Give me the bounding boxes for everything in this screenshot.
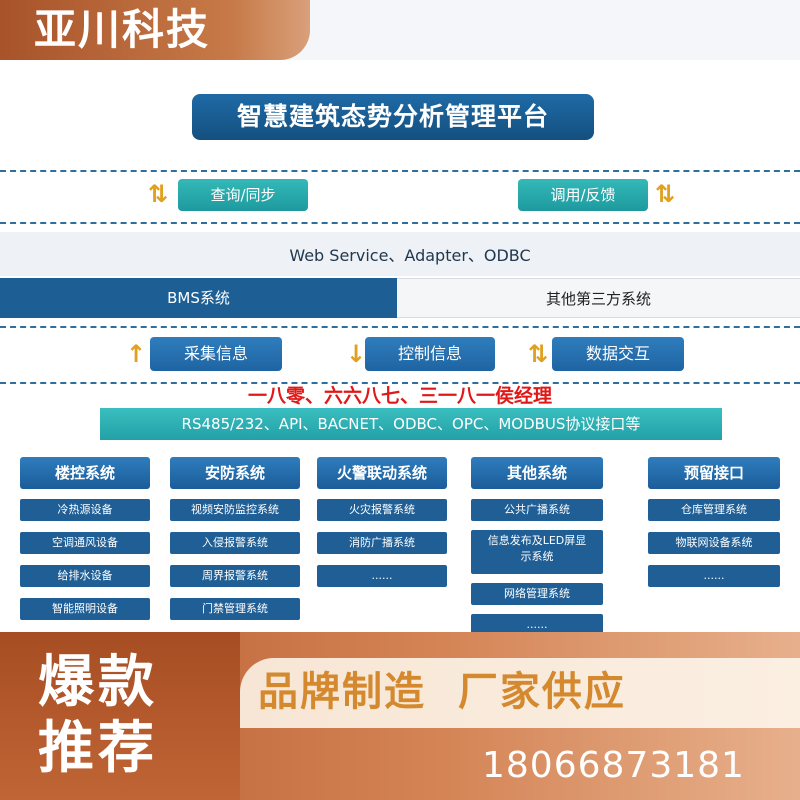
subsystem-item: 信息发布及LED屏显示系统 (471, 530, 603, 574)
arrow-down-icon: ↓ (346, 340, 367, 368)
brand-banner: 亚川科技 (0, 0, 310, 60)
subsystem-item: ...... (648, 565, 780, 587)
hot-line-2: 推荐 (38, 716, 158, 781)
arrow-bidirectional-icon: ⇅ (148, 180, 169, 208)
collect-info-box: 采集信息 (150, 337, 282, 371)
column-other-systems: 其他系统 公共广播系统 信息发布及LED屏显示系统 网络管理系统 ...... (471, 457, 603, 636)
column-building-control: 楼控系统 冷热源设备 空调通风设备 给排水设备 智能照明设备 (20, 457, 150, 620)
subsystem-item: 物联网设备系统 (648, 532, 780, 554)
subsystem-item: 空调通风设备 (20, 532, 150, 554)
interface-list: Web Service、Adapter、ODBC (289, 246, 531, 265)
protocol-bar: RS485/232、API、BACNET、ODBC、OPC、MODBUS协议接口… (100, 408, 722, 440)
brand-name: 亚川科技 (34, 5, 211, 54)
subsystem-item: 消防广播系统 (317, 532, 447, 554)
subsystem-item: 入侵报警系统 (170, 532, 300, 554)
control-info-box: 控制信息 (365, 337, 495, 371)
hot-line-1: 爆款 (38, 650, 158, 715)
contact-note: 一八零、六六八七、三一八一侯经理 (247, 385, 552, 407)
subsystem-item: 视频安防监控系统 (170, 499, 300, 521)
subsystem-item: 智能照明设备 (20, 598, 150, 620)
subsystem-item: 周界报警系统 (170, 565, 300, 587)
platform-title: 智慧建筑态势分析管理平台 (192, 94, 594, 140)
column-fire-alarm: 火警联动系统 火灾报警系统 消防广播系统 ...... (317, 457, 447, 587)
arrow-up-icon: ↑ (126, 340, 147, 368)
column-title: 其他系统 (471, 457, 603, 489)
subsystem-item: 给排水设备 (20, 565, 150, 587)
third-party-system: 其他第三方系统 (397, 278, 800, 318)
column-reserved-interface: 预留接口 仓库管理系统 物联网设备系统 ...... (648, 457, 780, 587)
subsystem-item: 火灾报警系统 (317, 499, 447, 521)
query-sync-box: 查询/同步 (178, 179, 308, 211)
subsystem-item: 仓库管理系统 (648, 499, 780, 521)
column-title: 安防系统 (170, 457, 300, 489)
subsystem-item: 冷热源设备 (20, 499, 150, 521)
subsystem-item: 公共广播系统 (471, 499, 603, 521)
column-title: 楼控系统 (20, 457, 150, 489)
column-title: 预留接口 (648, 457, 780, 489)
slogan-text: 品牌制造 厂家供应 (258, 669, 626, 715)
arrow-bidirectional-icon: ⇅ (528, 340, 549, 368)
divider-dashed (0, 326, 800, 328)
column-security: 安防系统 视频安防监控系统 入侵报警系统 周界报警系统 门禁管理系统 (170, 457, 300, 620)
column-title: 火警联动系统 (317, 457, 447, 489)
arrow-bidirectional-icon: ⇅ (655, 180, 676, 208)
divider-dashed (0, 170, 800, 172)
phone-number: 18066873181 (482, 745, 745, 786)
hot-recommend-label: 爆款 推荐 (38, 650, 238, 782)
bms-system: BMS系统 (0, 278, 397, 318)
data-exchange-box: 数据交互 (552, 337, 684, 371)
subsystem-item: 网络管理系统 (471, 583, 603, 605)
divider-dashed (0, 222, 800, 224)
subsystem-item: 门禁管理系统 (170, 598, 300, 620)
subsystem-item: ...... (317, 565, 447, 587)
call-feedback-box: 调用/反馈 (518, 179, 648, 211)
